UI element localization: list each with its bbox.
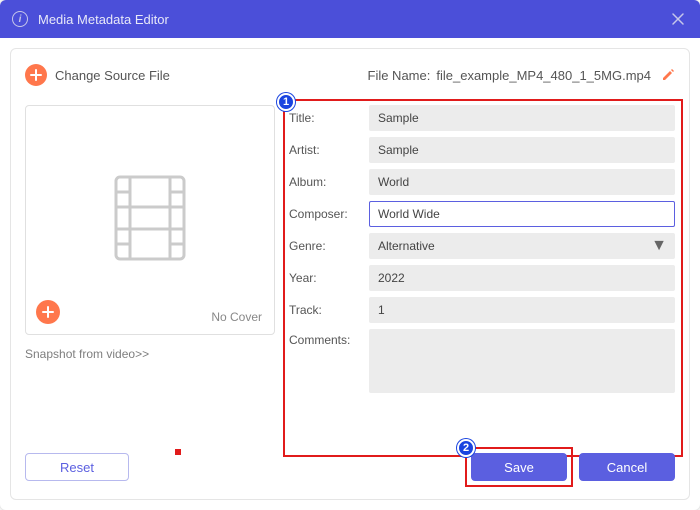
title-input[interactable] [369,105,675,131]
track-input[interactable] [369,297,675,323]
genre-label: Genre: [289,239,361,253]
window: i Media Metadata Editor Change Source Fi… [0,0,700,510]
cancel-button[interactable]: Cancel [579,453,675,481]
title-label: Title: [289,111,361,125]
footer: Reset 2 Save Cancel [25,447,675,487]
album-label: Album: [289,175,361,189]
window-title: Media Metadata Editor [38,12,668,27]
year-input[interactable] [369,265,675,291]
close-button[interactable] [668,9,688,29]
dialog-body: Change Source File File Name: file_examp… [10,48,690,500]
comments-label: Comments: [289,329,361,347]
reset-button[interactable]: Reset [25,453,129,481]
add-cover-button[interactable] [36,300,60,324]
artist-label: Artist: [289,143,361,157]
save-button[interactable]: Save [471,453,567,481]
edit-filename-button[interactable] [661,68,675,82]
album-input[interactable] [369,169,675,195]
composer-input[interactable] [369,201,675,227]
snapshot-link[interactable]: Snapshot from video>> [25,347,275,361]
artist-input[interactable] [369,137,675,163]
film-icon [112,173,188,268]
file-name-label: File Name: [368,68,431,83]
composer-label: Composer: [289,207,361,221]
plus-icon [25,64,47,86]
info-icon: i [12,11,28,27]
cover-panel: No Cover Snapshot from video>> [25,105,275,437]
no-cover-label: No Cover [211,310,262,324]
year-label: Year: [289,271,361,285]
metadata-form-panel: 1 Title: Artist: Album: Co [289,105,675,437]
content: No Cover Snapshot from video>> 1 Title: … [25,105,675,437]
annotation-dot [175,449,181,455]
track-label: Track: [289,303,361,317]
file-name-value: file_example_MP4_480_1_5MG.mp4 [436,68,651,83]
metadata-form: Title: Artist: Album: Composer: [289,105,675,393]
change-source-label: Change Source File [55,68,170,83]
titlebar: i Media Metadata Editor [0,0,700,38]
footer-right-buttons: 2 Save Cancel [471,453,675,481]
top-row: Change Source File File Name: file_examp… [25,59,675,91]
cover-box: No Cover [25,105,275,335]
genre-select[interactable] [369,233,675,259]
change-source-button[interactable]: Change Source File [25,64,170,86]
comments-input[interactable] [369,329,675,393]
